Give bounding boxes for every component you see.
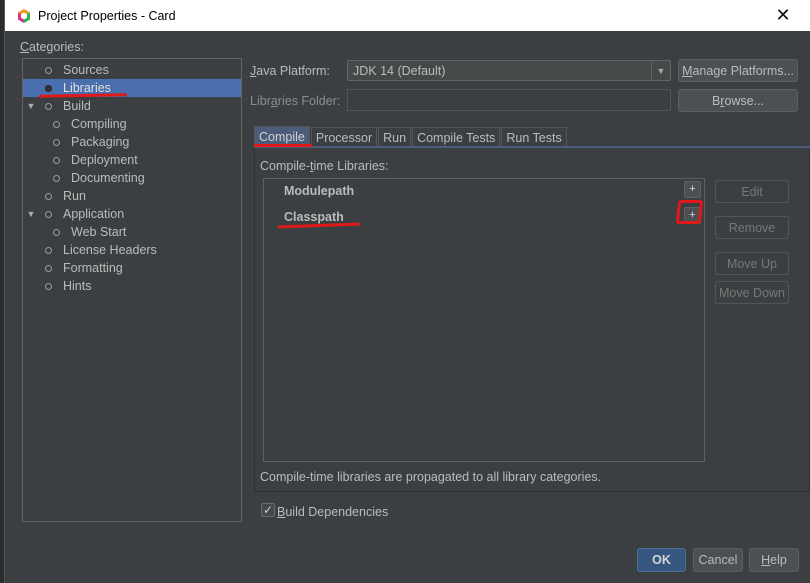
tab-processor[interactable]: Processor [310, 127, 378, 147]
tree-item-license-headers[interactable]: License Headers [23, 241, 241, 259]
tree-item-build[interactable]: ▼ Build [23, 97, 241, 115]
categories-tree[interactable]: Sources Libraries ▼ Build Compiling Packaging… [22, 58, 242, 522]
compile-time-libraries-label: Compile-time Libraries: [260, 159, 389, 173]
button-label: B [711, 93, 721, 108]
label-text: Compile- [260, 159, 311, 173]
tree-node-icon [53, 174, 60, 182]
tree-item-label: Documenting [71, 171, 145, 185]
tree-item-label: Application [63, 207, 125, 221]
manage-platforms-button[interactable]: Manage Platforms... [678, 59, 798, 82]
compile-libraries-list[interactable]: Modulepath + Classpath + [263, 178, 705, 462]
window-title: Project Properties - Card [38, 8, 176, 23]
classpath-entry[interactable]: Classpath [284, 210, 344, 224]
tree-item-label: Run [63, 189, 86, 203]
annotation-box-classpath-add [675, 200, 704, 224]
mnemonic: H [761, 553, 771, 567]
tree-item-label: Packaging [71, 135, 130, 149]
tree-item-hints[interactable]: Hints [23, 277, 241, 295]
help-button[interactable]: Help [749, 548, 799, 572]
tree-item-web-start[interactable]: Web Start [23, 223, 241, 241]
close-icon[interactable]: ✕ [773, 5, 793, 25]
tree-item-label: Build [63, 99, 91, 113]
expand-toggle-icon[interactable]: ▼ [26, 209, 36, 219]
browse-button[interactable]: Br owse... [678, 89, 798, 112]
tree-node-icon [53, 156, 60, 164]
java-platform-select[interactable]: JDK 14 (Default) ▼ [347, 60, 671, 81]
project-properties-dialog: Project Properties - Card ✕ Categories: … [4, 0, 810, 583]
cancel-button[interactable]: Cancel [693, 548, 743, 572]
tree-item-sources[interactable]: Sources [23, 61, 241, 79]
tree-node-icon [45, 246, 52, 254]
move-down-button[interactable]: Move Down [715, 281, 789, 304]
tab-run-tests[interactable]: Run Tests [501, 127, 567, 147]
tree-node-icon [45, 84, 52, 92]
netbeans-cube-icon [18, 8, 30, 23]
tree-node-icon [45, 210, 52, 218]
tree-node-icon [45, 264, 52, 272]
button-label: owse... [724, 93, 765, 108]
mnemonic: a [270, 94, 278, 108]
label-text: ava Platform: [256, 64, 330, 78]
tab-run[interactable]: Run [378, 127, 412, 147]
tree-node-icon [53, 120, 60, 128]
tree-item-label: Web Start [71, 225, 127, 239]
label-text: uild Dependencies [285, 505, 389, 519]
chevron-down-icon[interactable]: ▼ [651, 61, 670, 80]
remove-button[interactable]: Remove [715, 216, 789, 239]
tree-item-label: Compiling [71, 117, 127, 131]
libraries-folder-input[interactable] [347, 89, 671, 111]
tree-node-icon [53, 138, 60, 146]
label-text: Libr [250, 94, 271, 108]
title-bar: Project Properties - Card ✕ [5, 0, 810, 31]
tree-item-deployment[interactable]: Deployment [23, 151, 241, 169]
label-text: ategories: [29, 40, 84, 54]
tab-compile-tests[interactable]: Compile Tests [412, 127, 501, 147]
tree-node-icon [45, 192, 52, 200]
tree-item-documenting[interactable]: Documenting [23, 169, 241, 187]
tree-node-icon [53, 228, 60, 236]
tree-item-label: Formatting [63, 261, 123, 275]
tree-node-icon [45, 66, 52, 74]
tree-item-formatting[interactable]: Formatting [23, 259, 241, 277]
categories-label: Categories: [20, 40, 84, 54]
build-dependencies-checkbox[interactable]: ✓ [261, 503, 275, 517]
java-platform-value: JDK 14 (Default) [353, 63, 446, 78]
propagation-note: Compile-time libraries are propagated to… [260, 470, 602, 484]
tree-item-run[interactable]: Run [23, 187, 241, 205]
mnemonic: M [682, 63, 693, 78]
tree-node-icon [45, 282, 52, 290]
java-platform-label: Java Platform: [250, 64, 330, 78]
expand-toggle-icon[interactable]: ▼ [26, 101, 36, 111]
build-dependencies-label[interactable]: Build Dependencies [277, 505, 388, 519]
modulepath-entry[interactable]: Modulepath [284, 184, 354, 198]
libraries-folder-label: Libraries Folder: [250, 94, 340, 108]
add-modulepath-button[interactable]: + [684, 181, 701, 198]
tree-item-compiling[interactable]: Compiling [23, 115, 241, 133]
tree-item-label: Sources [63, 63, 109, 77]
edit-button[interactable]: Edit [715, 180, 789, 203]
ok-button[interactable]: OK [637, 548, 686, 572]
tree-item-application[interactable]: ▼ Application [23, 205, 241, 223]
tree-node-icon [45, 102, 52, 110]
button-label: anage Platforms... [692, 63, 794, 78]
tree-item-label: License Headers [63, 243, 157, 257]
annotation-underline-compile-tab [254, 144, 312, 147]
tree-item-label: Hints [63, 279, 92, 293]
move-up-button[interactable]: Move Up [715, 252, 789, 275]
tree-item-label: Deployment [71, 153, 138, 167]
label-text: ries Folder: [277, 94, 341, 108]
tree-item-packaging[interactable]: Packaging [23, 133, 241, 151]
button-label: elp [770, 553, 787, 567]
label-text: ime Libraries: [313, 159, 389, 173]
mnemonic: C [20, 40, 30, 54]
